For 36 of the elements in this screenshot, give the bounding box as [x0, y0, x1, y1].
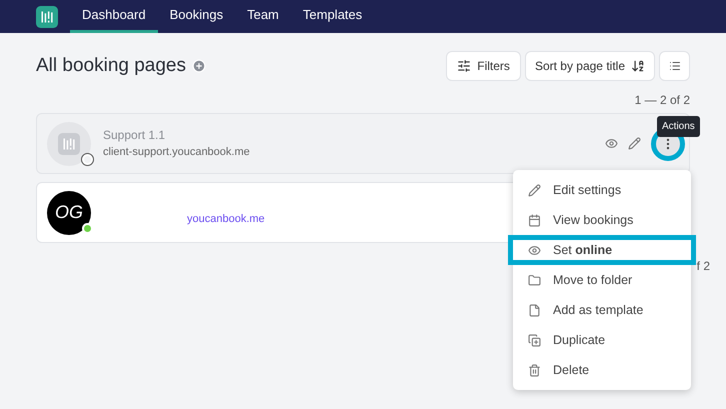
- filters-button[interactable]: Filters: [446, 51, 521, 81]
- list-view-button[interactable]: [659, 51, 690, 81]
- pagination-text: f 2: [696, 258, 710, 275]
- pagination-text: 1 — 2 of 2: [634, 92, 690, 107]
- menu-item[interactable]: Set online: [508, 235, 696, 265]
- sort-icon: [631, 59, 645, 73]
- page-name: Support 1.1: [103, 127, 166, 144]
- pencil-icon[interactable]: [628, 137, 641, 150]
- page-url[interactable]: youcanbook.me: [187, 211, 265, 228]
- logo-icon: [58, 132, 80, 154]
- menu-item[interactable]: Add as template: [513, 295, 691, 325]
- avatar: OG: [47, 190, 91, 234]
- menu-item[interactable]: Delete: [513, 355, 691, 385]
- add-icon[interactable]: [192, 59, 206, 73]
- trash-icon: [528, 364, 541, 376]
- logo-icon: [36, 6, 58, 28]
- page-title: All booking pages: [36, 54, 186, 78]
- file-icon: [528, 304, 541, 316]
- menu-item[interactable]: Duplicate: [513, 325, 691, 355]
- sort-button[interactable]: Sort by page title: [524, 51, 655, 81]
- page-url[interactable]: client-support.youcanbook.me: [103, 144, 250, 161]
- duplicate-icon: [528, 334, 541, 346]
- folder-icon: [528, 274, 541, 286]
- menu-item[interactable]: Move to folder: [513, 265, 691, 295]
- nav-tab[interactable]: Bookings: [158, 0, 236, 33]
- pencil-icon: [528, 184, 541, 196]
- nav-tab[interactable]: Team: [235, 0, 291, 33]
- tooltip: Actions: [657, 116, 700, 137]
- sliders-icon: [457, 59, 472, 73]
- menu-item[interactable]: View bookings: [513, 205, 691, 235]
- nav-tab[interactable]: Templates: [290, 0, 374, 33]
- calendar-icon: [528, 214, 541, 226]
- eye-icon: [528, 244, 541, 256]
- eye-icon[interactable]: [605, 137, 618, 150]
- nav-tab[interactable]: Dashboard: [70, 0, 158, 33]
- menu-item[interactable]: Edit settings: [513, 175, 691, 205]
